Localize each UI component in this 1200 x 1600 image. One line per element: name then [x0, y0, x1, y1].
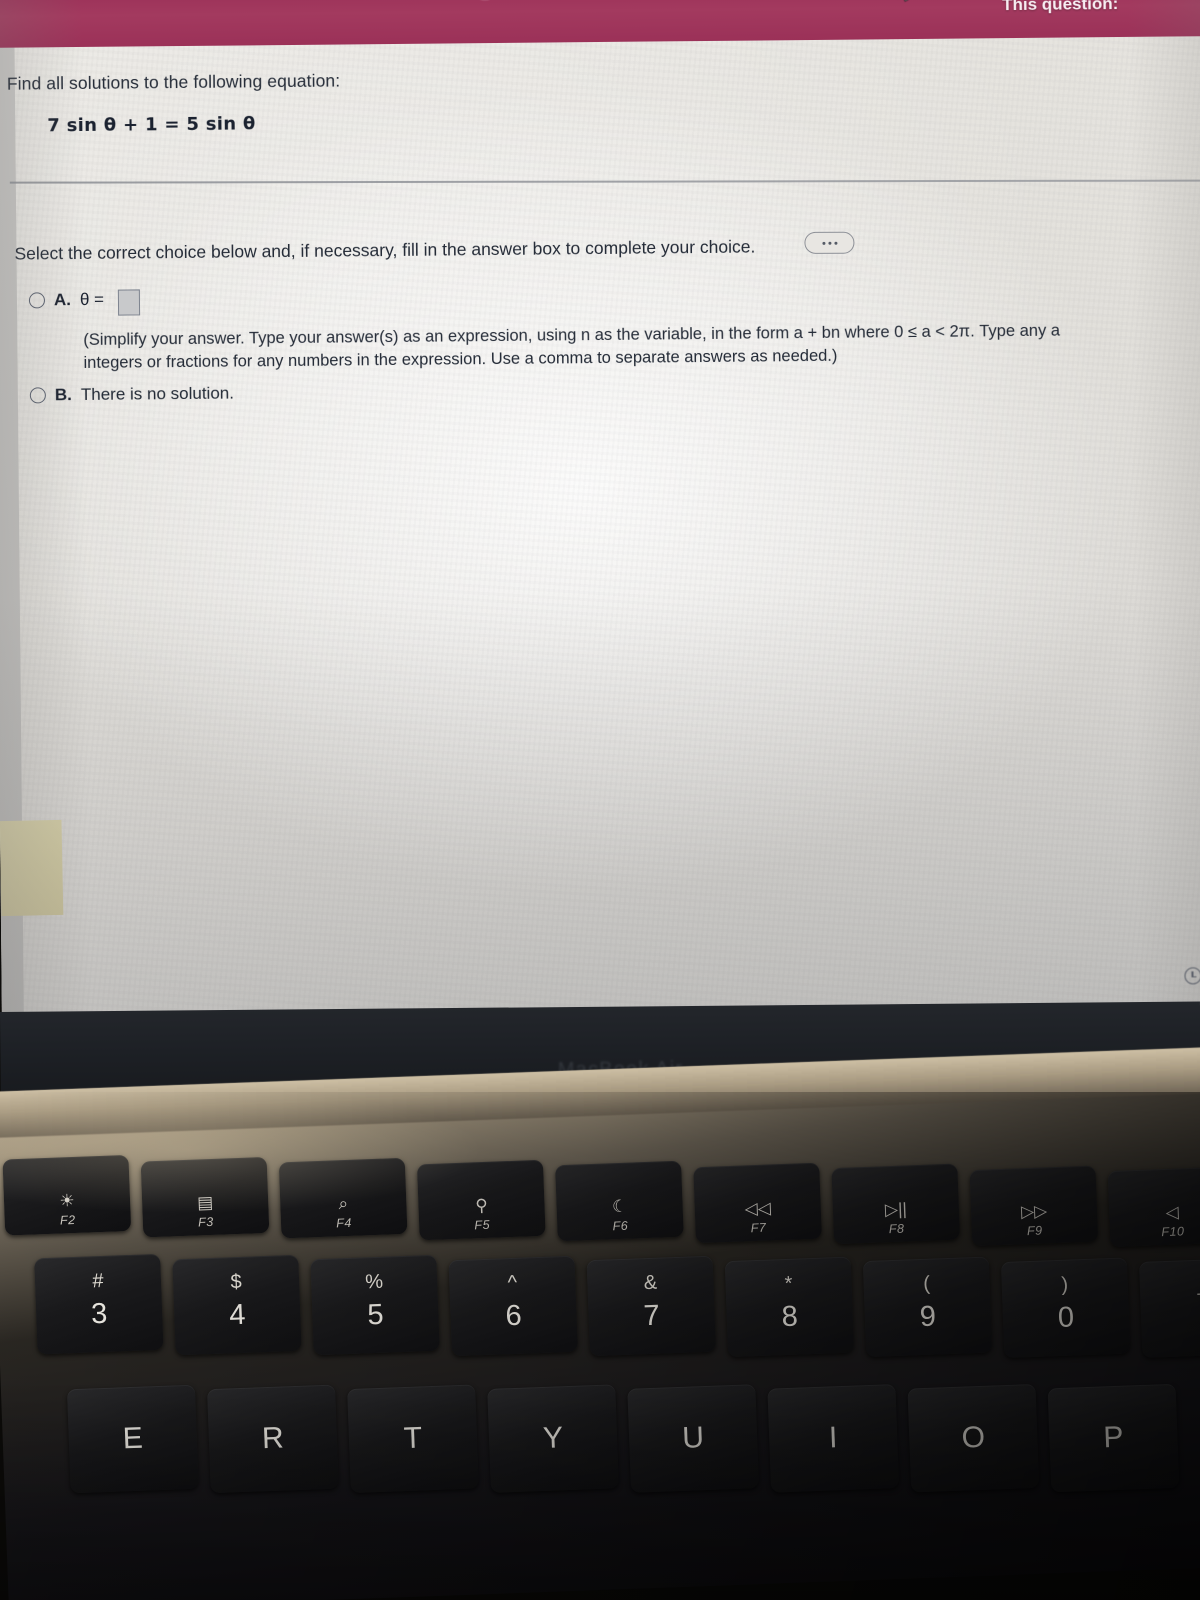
key-6[interactable]: ^ 6: [448, 1255, 578, 1356]
key-f6[interactable]: ☾ F6: [555, 1160, 684, 1242]
choice-b-text: There is no solution.: [80, 383, 235, 405]
key-e[interactable]: E: [66, 1384, 199, 1494]
key-9[interactable]: (9: [862, 1256, 993, 1358]
choice-option-a[interactable]: A. θ =: [28, 289, 141, 316]
ellipsis-icon[interactable]: [804, 231, 855, 254]
microphone-icon: ⚲: [474, 1195, 489, 1215]
question-points: This question:: [1002, 0, 1119, 15]
key-3[interactable]: #3: [34, 1253, 164, 1355]
key-label: F2: [59, 1212, 76, 1228]
key-u[interactable]: U: [627, 1384, 760, 1493]
question-prompt: Find all solutions to the following equa…: [6, 70, 341, 94]
fast-forward-icon: ▷▷: [1020, 1200, 1048, 1221]
key-base-symbol: 3: [90, 1297, 108, 1331]
key-label: F5: [474, 1217, 491, 1232]
do-not-disturb-icon: ☾: [611, 1196, 628, 1217]
key-7[interactable]: & 7: [586, 1255, 716, 1357]
quiz-score-info: This quiz: 10 p This question:: [1002, 0, 1200, 18]
laptop-photo: ‹ Question 9 of 10 › This quiz: 10 p Thi…: [0, 0, 1200, 1600]
brightness-icon: ☀: [59, 1190, 76, 1211]
key-f5[interactable]: ⚲ F5: [416, 1159, 546, 1240]
choice-letter-b: B.: [54, 385, 72, 405]
key-letter: O: [961, 1420, 986, 1455]
key-letter: Y: [542, 1421, 564, 1455]
spotlight-search-icon: ⌕: [338, 1193, 349, 1214]
key-shift-symbol: (: [922, 1272, 931, 1295]
answer-input-box[interactable]: [117, 289, 141, 316]
key-i[interactable]: I: [767, 1384, 900, 1493]
key-letter: U: [681, 1421, 705, 1455]
key-shift-symbol: ^: [507, 1271, 518, 1294]
laptop-screen: ‹ Question 9 of 10 › This quiz: 10 p Thi…: [0, 0, 1200, 1036]
key-o[interactable]: O: [907, 1383, 1040, 1493]
key-base-symbol: 6: [504, 1299, 523, 1332]
key-base-symbol: 9: [919, 1300, 937, 1334]
key-base-symbol: 0: [1057, 1300, 1075, 1334]
key-base-symbol: 5: [366, 1298, 385, 1332]
key-y[interactable]: Y: [487, 1384, 619, 1493]
key--[interactable]: _-: [1139, 1257, 1200, 1358]
key-f9[interactable]: ▷▷ F9: [969, 1165, 1099, 1246]
sticky-note: [0, 819, 64, 917]
key-f3[interactable]: ▤ F3: [140, 1156, 270, 1237]
key-letter: I: [828, 1421, 839, 1455]
key-label: F10: [1161, 1224, 1185, 1240]
key-shift-symbol: #: [92, 1269, 104, 1293]
key-label: F6: [612, 1218, 629, 1234]
clock-icon: [1184, 966, 1200, 984]
key-label: F7: [750, 1220, 767, 1235]
key-letter: P: [1102, 1420, 1125, 1455]
key-base-symbol: 7: [642, 1299, 661, 1333]
key-shift-symbol: $: [230, 1270, 243, 1293]
radio-button-a[interactable]: [28, 292, 46, 309]
key-shift-symbol: &: [643, 1271, 658, 1295]
mouse-pointer-icon: [897, 0, 915, 3]
question-navigation: ‹ Question 9 of 10 ›: [471, 0, 703, 2]
key-f2[interactable]: ☀ F2: [2, 1154, 132, 1236]
key-shift-symbol: %: [364, 1270, 384, 1294]
mute-icon: ◁: [1165, 1202, 1180, 1222]
key-p[interactable]: P: [1047, 1383, 1180, 1493]
key-r[interactable]: R: [207, 1384, 339, 1494]
question-equation: 7 sin θ + 1 = 5 sin θ: [47, 113, 256, 137]
key-letter: T: [403, 1421, 423, 1456]
play-pause-icon: ▷||: [884, 1199, 908, 1220]
screen-surface: [0, 0, 1200, 1036]
time-indicator: Tim: [1184, 966, 1200, 984]
key-t[interactable]: T: [347, 1384, 479, 1494]
key-base-symbol: 8: [781, 1300, 799, 1333]
keyboard-deck: ☀ F2 ▤ F3 ⌕ F4 ⚲ F5 ☾ F6 ◁◁ F7 ▷|| F8 ▷▷ F9 ◁ F10 #3 $4% 5 ^…: [0, 1046, 1200, 1600]
key-label: F9: [1026, 1223, 1043, 1238]
key-base-symbol: 4: [228, 1298, 246, 1331]
choice-letter-a: A.: [53, 290, 72, 310]
key-f10[interactable]: ◁ F10: [1107, 1166, 1200, 1248]
choice-option-b[interactable]: B. There is no solution.: [29, 383, 235, 406]
key-letter: E: [122, 1421, 144, 1456]
key-letter: R: [261, 1421, 285, 1456]
key-shift-symbol: ): [1061, 1273, 1069, 1296]
mission-control-icon: ▤: [196, 1192, 214, 1212]
key-8[interactable]: * 8: [724, 1256, 855, 1357]
radio-button-b[interactable]: [29, 387, 46, 404]
key-shift-symbol: *: [784, 1272, 793, 1295]
key-5[interactable]: % 5: [310, 1254, 440, 1356]
key-label: F3: [197, 1214, 214, 1229]
key-4[interactable]: $4: [172, 1254, 302, 1355]
key-label: F8: [888, 1221, 905, 1237]
key-f7[interactable]: ◁◁ F7: [693, 1162, 822, 1243]
choice-a-expression: θ =: [79, 289, 105, 310]
key-0[interactable]: ) 0: [1000, 1256, 1131, 1358]
key-f8[interactable]: ▷|| F8: [831, 1163, 961, 1245]
key-f4[interactable]: ⌕ F4: [278, 1157, 408, 1239]
previous-question-button[interactable]: ‹: [471, 0, 499, 2]
key-label: F4: [335, 1215, 353, 1231]
rewind-icon: ◁◁: [744, 1197, 772, 1218]
